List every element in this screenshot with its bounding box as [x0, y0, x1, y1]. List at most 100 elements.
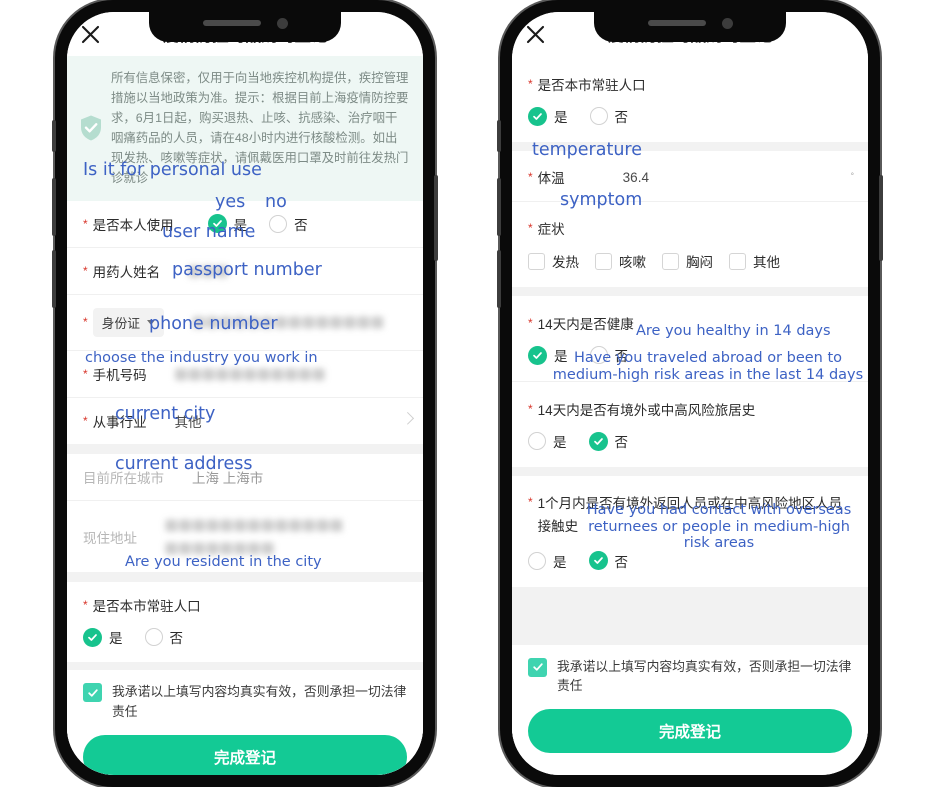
checkbox-symptom-fever[interactable]: 发热	[528, 251, 579, 271]
section-divider	[512, 287, 868, 296]
temperature-value: 36.4	[622, 169, 649, 185]
checkbox-symptom-cough[interactable]: 咳嗽	[595, 251, 646, 271]
front-camera-icon	[276, 17, 288, 29]
radio-contact1m-yes[interactable]: 是	[528, 551, 567, 571]
volume-down-button-right[interactable]	[497, 250, 501, 308]
checkbox-symptom-chest-tightness[interactable]: 胸闷	[662, 251, 713, 271]
radio-checked-icon	[588, 431, 608, 451]
radio-group-resident-2[interactable]: 是 否	[528, 106, 852, 126]
checkbox-symptom-other[interactable]: 其他	[729, 251, 780, 271]
form-section-location: 目前所在城市 上海 上海市 现住地址 ▨▨▨▨▨▨▨▨▨▨▨▨▨ ▨▨▨▨▨▨▨…	[67, 453, 423, 573]
field-current-address[interactable]: 现住地址 ▨▨▨▨▨▨▨▨▨▨▨▨▨ ▨▨▨▨▨▨▨▨	[67, 500, 423, 573]
current-address-value: ▨▨▨▨▨▨▨▨▨▨▨▨▨ ▨▨▨▨▨▨▨▨	[165, 516, 344, 555]
field-healthy-14-days[interactable]: * 14天内是否健康 是 否	[512, 296, 868, 382]
user-name-value: ▨▨▨	[188, 262, 230, 278]
power-button-right[interactable]	[879, 175, 883, 261]
radio-resident-no[interactable]: 否	[144, 627, 183, 647]
checkbox-label: 发热	[552, 255, 579, 270]
field-label: 是否本人使用	[92, 217, 174, 233]
field-label: 从事行业	[92, 414, 147, 430]
earpiece-speaker-icon	[202, 20, 261, 26]
radio-travel14-no[interactable]: 否	[588, 431, 628, 451]
agreement-row[interactable]: 我承诺以上填写内容均真实有效，否则承担一切法律责任	[528, 657, 852, 695]
notice-text: 所有信息保密，仅用于向当地疾控机构提供，疾控管理措施以当地政策为准。提示：根据目…	[111, 71, 409, 186]
form-scroll-right[interactable]: * 是否本市常驻人口 是 否 * 体温 36.4 ° * 症状 发热 咳嗽 胸闷…	[512, 56, 868, 775]
section-divider	[67, 443, 423, 454]
agreement-row[interactable]: 我承诺以上填写内容均真实有效，否则承担一切法律责任	[83, 682, 407, 720]
radio-healthy14-yes[interactable]: 是	[528, 345, 568, 365]
chevron-right-icon	[401, 411, 415, 425]
field-personal-use[interactable]: * 是否本人使用 是 否	[67, 200, 423, 248]
close-icon[interactable]	[73, 17, 107, 51]
field-resident-status[interactable]: * 是否本市常驻人口 是 否	[67, 582, 423, 663]
power-button-left[interactable]	[434, 175, 438, 261]
silent-switch-left[interactable]	[52, 120, 56, 152]
checkbox-unchecked-icon	[595, 252, 612, 270]
volume-up-button-left[interactable]	[52, 178, 56, 236]
form-section-healthy14: * 14天内是否健康 是 否 * 14天内是否有境外或中高风险旅居史 是 否	[512, 296, 868, 467]
radio-label: 是	[553, 554, 567, 570]
radio-contact1m-no[interactable]: 否	[588, 551, 628, 571]
radio-group-contact1m[interactable]: 是 否	[528, 551, 852, 571]
form-section-contact: * 1个月内是否有境外返回人员或在中高风险地区人员接触史 是 否	[512, 476, 868, 587]
radio-resident-no[interactable]: 否	[589, 106, 628, 126]
required-marker: *	[83, 598, 88, 613]
radio-travel14-yes[interactable]: 是	[528, 431, 567, 451]
checkbox-label: 咳嗽	[619, 255, 646, 270]
radio-group-healthy14[interactable]: 是 否	[528, 345, 852, 365]
radio-personal-use-yes[interactable]: 是	[207, 214, 248, 234]
radio-group-personal-use[interactable]: 是 否	[207, 214, 308, 234]
field-temperature[interactable]: * 体温 36.4 °	[512, 151, 868, 202]
radio-group-travel14[interactable]: 是 否	[528, 431, 852, 451]
field-label: 手机号码	[92, 367, 147, 383]
field-current-city[interactable]: 目前所在城市 上海 上海市	[67, 453, 423, 501]
radio-group-resident[interactable]: 是 否	[83, 627, 407, 647]
notch-left	[149, 12, 341, 42]
section-divider	[67, 572, 423, 583]
field-label: 症状	[537, 222, 565, 237]
field-travel-14-days[interactable]: * 14天内是否有境外或中高风险旅居史 是 否	[512, 382, 868, 467]
checkbox-group-symptom[interactable]: 发热 咳嗽 胸闷 其他	[528, 251, 852, 271]
submit-button[interactable]: 完成登记	[528, 709, 852, 754]
field-symptom[interactable]: * 症状 发热 咳嗽 胸闷 其他	[512, 202, 868, 287]
volume-down-button-left[interactable]	[52, 250, 56, 308]
radio-checked-icon	[528, 345, 547, 365]
field-contact-1-month[interactable]: * 1个月内是否有境外返回人员或在中高风险地区人员接触史 是 否	[512, 476, 868, 587]
screenshot-stage: 疫情防控约品购约登记 所有信息保密，仅用于向当地疾控机构提供，疾控管理措施以当地…	[0, 0, 940, 787]
agreement-checkbox[interactable]	[528, 657, 547, 677]
radio-label: 是	[109, 631, 123, 647]
volume-up-button-right[interactable]	[497, 178, 501, 236]
agreement-checkbox[interactable]	[83, 683, 102, 703]
radio-resident-yes[interactable]: 是	[528, 106, 568, 126]
radio-label: 是	[554, 110, 568, 125]
radio-personal-use-no[interactable]: 否	[269, 214, 308, 234]
id-number-value: ▨▨▨▨▨▨▨▨▨▨▨▨▨▨	[192, 314, 385, 330]
required-marker: *	[83, 366, 88, 381]
form-section-health: * 体温 36.4 ° * 症状 发热 咳嗽 胸闷 其他	[512, 151, 868, 287]
notice-banner: 所有信息保密，仅用于向当地疾控机构提供，疾控管理措施以当地政策为准。提示：根据目…	[67, 56, 423, 201]
phone-device-right: 疫情防控约品购约登记 * 是否本市常驻人口 是	[497, 0, 883, 787]
field-phone-number[interactable]: * 手机号码 ▨▨▨▨▨▨▨▨▨▨▨	[67, 350, 423, 398]
agreement-text: 我承诺以上填写内容均真实有效，否则承担一切法律责任	[557, 658, 852, 694]
radio-healthy14-no[interactable]: 否	[589, 345, 628, 365]
silent-switch-right[interactable]	[497, 120, 501, 152]
form-footer-left: 我承诺以上填写内容均真实有效，否则承担一切法律责任 完成登记	[67, 670, 423, 775]
field-label: 现住地址	[83, 530, 137, 546]
front-camera-icon	[721, 17, 733, 29]
radio-label: 是	[233, 217, 248, 233]
id-type-dropdown[interactable]: 身份证	[92, 307, 165, 337]
notch-right	[594, 12, 786, 42]
radio-checked-icon	[207, 214, 227, 234]
close-icon[interactable]	[518, 17, 552, 51]
field-label: 14天内是否有境外或中高风险旅居史	[537, 403, 756, 418]
form-footer-right: 我承诺以上填写内容均真实有效，否则承担一切法律责任 完成登记	[512, 644, 868, 768]
submit-button[interactable]: 完成登记	[83, 734, 407, 775]
required-marker: *	[83, 315, 88, 330]
field-resident-status[interactable]: * 是否本市常驻人口 是 否	[512, 56, 868, 142]
field-id-number[interactable]: * 身份证 ▨▨▨▨▨▨▨▨▨▨▨▨▨▨	[67, 294, 423, 351]
id-type-value: 身份证	[101, 315, 141, 331]
field-user-name[interactable]: * 用药人姓名 ▨▨▨	[67, 247, 423, 295]
field-industry[interactable]: * 从事行业 其他	[67, 397, 423, 444]
radio-resident-yes[interactable]: 是	[83, 627, 123, 647]
form-scroll-left[interactable]: 所有信息保密，仅用于向当地疾控机构提供，疾控管理措施以当地政策为准。提示：根据目…	[67, 56, 423, 775]
